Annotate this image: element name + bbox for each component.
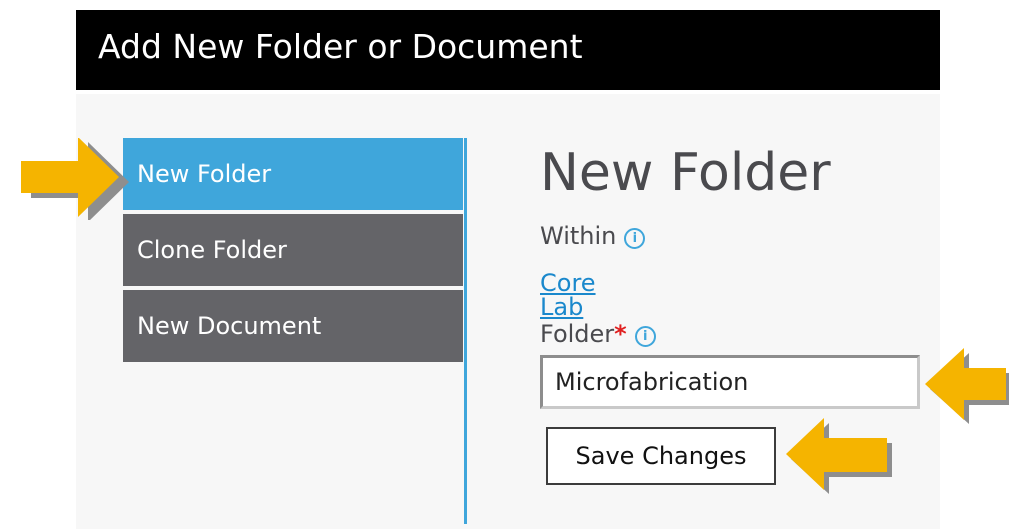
menu-item-new-document[interactable]: New Document bbox=[123, 290, 463, 362]
within-label: Within bbox=[540, 222, 617, 250]
dialog-title: Add New Folder or Document bbox=[76, 10, 940, 90]
arrow-left-icon bbox=[925, 348, 1009, 424]
save-changes-button[interactable]: Save Changes bbox=[546, 427, 776, 485]
title-divider bbox=[76, 90, 940, 94]
info-icon[interactable]: i bbox=[634, 326, 656, 347]
arrow-right-icon bbox=[21, 138, 129, 220]
folder-label: Folder bbox=[540, 320, 615, 348]
menu-item-clone-folder[interactable]: Clone Folder bbox=[123, 214, 463, 286]
folder-name-input[interactable] bbox=[540, 355, 920, 409]
menu-item-new-folder[interactable]: New Folder bbox=[123, 138, 463, 210]
required-marker: * bbox=[614, 320, 627, 348]
parent-folder-link[interactable]: Core Lab bbox=[540, 271, 596, 319]
form-heading: New Folder bbox=[540, 143, 831, 203]
arrow-left-icon bbox=[786, 418, 892, 494]
within-label-row: Within i bbox=[540, 222, 646, 250]
menu-divider bbox=[464, 138, 467, 524]
folder-label-row: Folder* i bbox=[540, 322, 656, 347]
info-icon[interactable]: i bbox=[624, 228, 646, 249]
